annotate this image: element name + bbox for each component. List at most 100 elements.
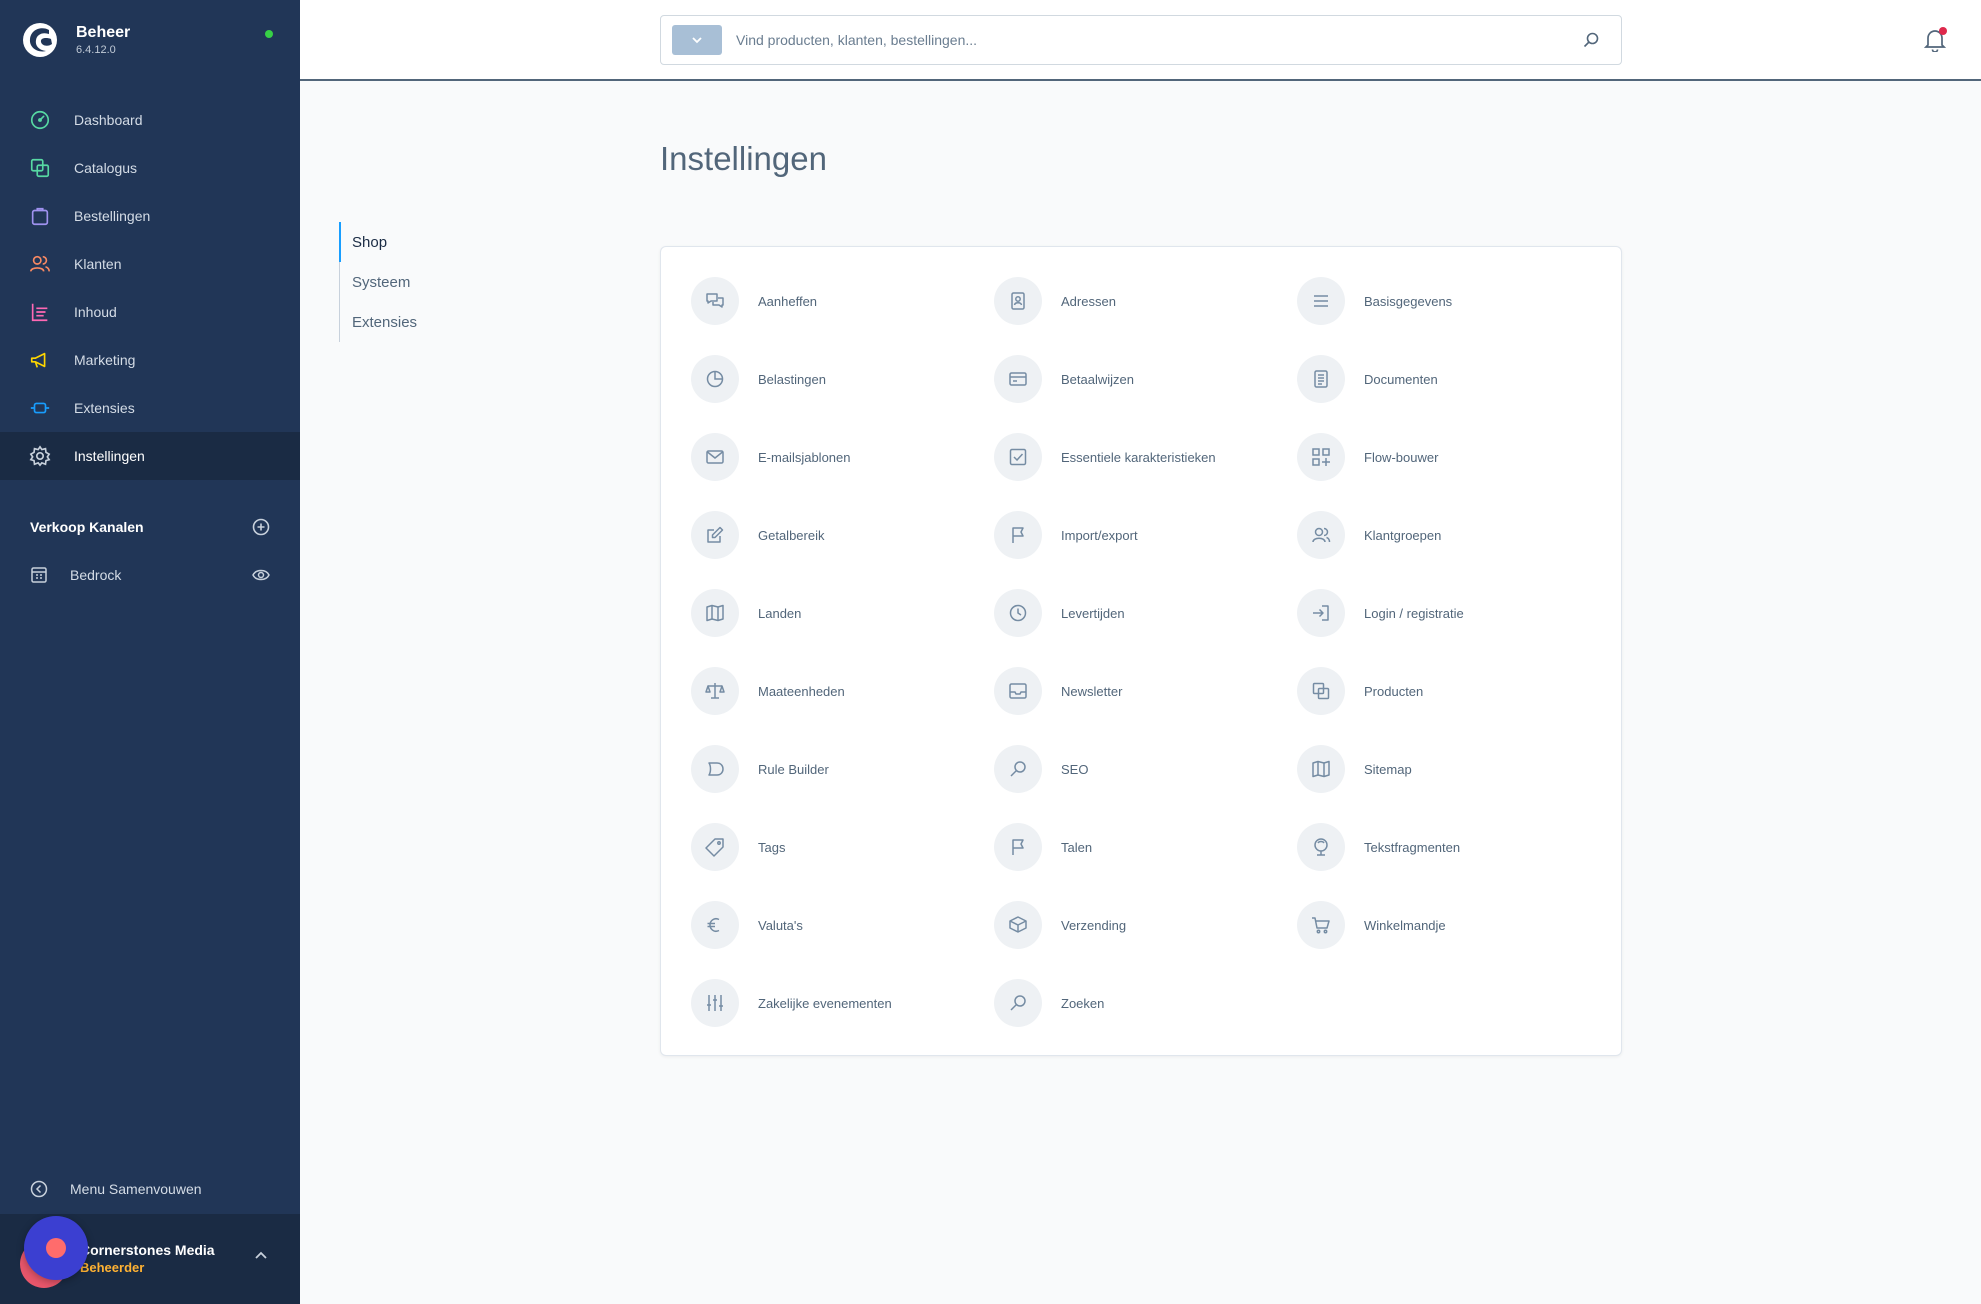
nav-item-marketing[interactable]: Marketing — [0, 336, 300, 384]
app-version: 6.4.12.0 — [76, 44, 116, 56]
sales-channels-header: Verkoop Kanalen — [30, 518, 270, 536]
magnifier-icon — [994, 979, 1042, 1027]
notification-badge — [1939, 27, 1947, 35]
nav-item-bestellingen[interactable]: Bestellingen — [0, 192, 300, 240]
nav-item-catalogus[interactable]: Catalogus — [0, 144, 300, 192]
nav-label: Marketing — [74, 352, 136, 368]
setting-login-registratie[interactable]: Login / registratie — [1297, 589, 1600, 637]
collapse-label: Menu Samenvouwen — [70, 1181, 202, 1197]
tab-shop[interactable]: Shop — [339, 222, 417, 262]
sitemap-icon — [1297, 745, 1345, 793]
eye-icon[interactable] — [252, 568, 270, 582]
edit-icon — [691, 511, 739, 559]
setting-tags[interactable]: Tags — [691, 823, 994, 871]
settings-tabs: Shop Systeem Extensies — [339, 222, 417, 342]
setting-label: Rule Builder — [758, 761, 829, 777]
setting-documenten[interactable]: Documenten — [1297, 355, 1600, 403]
setting-label: Flow-bouwer — [1364, 449, 1439, 465]
storefront-icon — [31, 567, 47, 583]
setting-label: Sitemap — [1364, 761, 1412, 777]
map-icon — [691, 589, 739, 637]
setting-klantgroepen[interactable]: Klantgroepen — [1297, 511, 1600, 559]
notifications-button[interactable] — [1923, 27, 1947, 57]
sales-channel-item[interactable]: Bedrock — [30, 562, 270, 588]
brand[interactable]: Beheer 6.4.12.0 — [22, 22, 130, 58]
tab-systeem[interactable]: Systeem — [340, 262, 417, 302]
setting-label: Adressen — [1061, 293, 1116, 309]
user-name: Cornerstones Media — [80, 1242, 215, 1258]
tag-icon — [691, 823, 739, 871]
cart-icon — [1297, 901, 1345, 949]
app-title: Beheer — [76, 24, 131, 41]
tab-extensies[interactable]: Extensies — [340, 302, 417, 342]
search-icon[interactable] — [1583, 32, 1599, 48]
setting-label: Newsletter — [1061, 683, 1123, 699]
setting-label: E-mailsjablonen — [758, 449, 851, 465]
setting-label: Import/export — [1061, 527, 1138, 543]
magnifier-icon — [994, 745, 1042, 793]
setting-winkelmandje[interactable]: Winkelmandje — [1297, 901, 1600, 949]
setting-talen[interactable]: Talen — [994, 823, 1297, 871]
dashboard-icon — [28, 108, 52, 132]
sign-in-icon — [1297, 589, 1345, 637]
setting-newsletter[interactable]: Newsletter — [994, 667, 1297, 715]
setting-label: Producten — [1364, 683, 1424, 699]
setting-betaalwijzen[interactable]: Betaalwijzen — [994, 355, 1297, 403]
nav-item-inhoud[interactable]: Inhoud — [0, 288, 300, 336]
nav-item-klanten[interactable]: Klanten — [0, 240, 300, 288]
setting-label: Zoeken — [1061, 995, 1105, 1011]
nav-item-instellingen[interactable]: Instellingen — [0, 432, 300, 480]
extensions-icon — [28, 396, 52, 420]
setting-label: Basisgegevens — [1364, 293, 1453, 309]
setting-adressen[interactable]: Adressen — [994, 277, 1297, 325]
setting-tekstfragmenten[interactable]: Tekstfragmenten — [1297, 823, 1600, 871]
online-status-dot — [265, 30, 273, 38]
global-search — [660, 15, 1622, 65]
setting-label: Betaalwijzen — [1061, 371, 1134, 387]
chevron-down-icon — [692, 37, 702, 44]
flow-builder-icon — [1297, 433, 1345, 481]
setting-valutas[interactable]: Valuta's — [691, 901, 994, 949]
setting-basisgegevens[interactable]: Basisgegevens — [1297, 277, 1600, 325]
nav-item-dashboard[interactable]: Dashboard — [0, 96, 300, 144]
setting-rule-builder[interactable]: Rule Builder — [691, 745, 994, 793]
setting-aanheffen[interactable]: Aanheffen — [691, 277, 994, 325]
customers-icon — [28, 252, 52, 276]
setting-getalbereik[interactable]: Getalbereik — [691, 511, 994, 559]
chevron-up-icon — [255, 1251, 267, 1259]
setting-sitemap[interactable]: Sitemap — [1297, 745, 1600, 793]
clock-icon — [994, 589, 1042, 637]
nav-label: Catalogus — [74, 160, 138, 176]
setting-verzending[interactable]: Verzending — [994, 901, 1297, 949]
setting-maateenheden[interactable]: Maateenheden — [691, 667, 994, 715]
setting-landen[interactable]: Landen — [691, 589, 994, 637]
nav-item-extensies[interactable]: Extensies — [0, 384, 300, 432]
setting-e-mailsjablonen[interactable]: E-mailsjablonen — [691, 433, 994, 481]
setting-seo[interactable]: SEO — [994, 745, 1297, 793]
setting-flow-bouwer[interactable]: Flow-bouwer — [1297, 433, 1600, 481]
setting-producten[interactable]: Producten — [1297, 667, 1600, 715]
nav-label: Dashboard — [74, 112, 143, 128]
setting-label: Landen — [758, 605, 802, 621]
scale-icon — [691, 667, 739, 715]
setting-label: Levertijden — [1061, 605, 1125, 621]
setting-belastingen[interactable]: Belastingen — [691, 355, 994, 403]
setting-label: Documenten — [1364, 371, 1438, 387]
nav-label: Extensies — [74, 400, 135, 416]
add-channel-icon[interactable] — [252, 518, 270, 536]
orders-icon — [28, 204, 52, 228]
settings-icon — [28, 444, 52, 468]
search-input[interactable] — [736, 32, 1583, 48]
record-icon — [46, 1238, 66, 1258]
search-type-dropdown[interactable] — [672, 25, 722, 55]
envelope-icon — [691, 433, 739, 481]
setting-zakelijke-evenementen[interactable]: Zakelijke evenementen — [691, 979, 994, 1027]
catalogue-icon — [28, 156, 52, 180]
setting-essentiele-karakteristieken[interactable]: Essentiele karakteristieken — [994, 433, 1297, 481]
setting-levertijden[interactable]: Levertijden — [994, 589, 1297, 637]
collapse-menu-button[interactable]: Menu Samenvouwen — [30, 1180, 202, 1198]
package-icon — [994, 901, 1042, 949]
help-bubble-button[interactable] — [24, 1216, 88, 1280]
setting-import-export[interactable]: Import/export — [994, 511, 1297, 559]
setting-zoeken[interactable]: Zoeken — [994, 979, 1297, 1027]
